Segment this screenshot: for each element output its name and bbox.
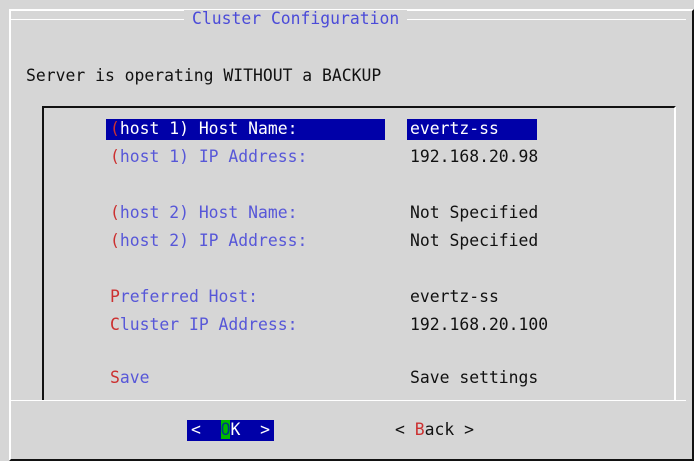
- ok-button-hotkey: O: [220, 420, 231, 439]
- back-button[interactable]: < Back >: [395, 420, 474, 441]
- menu-item-host2-ip[interactable]: (host 2) IP Address: Not Specified: [44, 231, 674, 253]
- menu-item-hotkey: (: [110, 203, 120, 222]
- menu-item-hotkey: P: [110, 287, 120, 306]
- ok-button[interactable]: < OK >: [187, 420, 274, 441]
- menu-item-label: (host 1) IP Address:: [110, 147, 307, 168]
- menu-item-label: (host 1) Host Name:: [106, 119, 385, 140]
- menu-item-label-text: host 2) IP Address:: [119, 231, 308, 250]
- menu-item-hotkey: C: [110, 315, 120, 334]
- menu-item-label-text: luster IP Address:: [119, 315, 298, 334]
- menu-item-value: 192.168.20.100: [410, 315, 549, 334]
- menu-item-cluster-ip[interactable]: Cluster IP Address: 192.168.20.100: [44, 315, 674, 337]
- menu-item-label: Preferred Host:: [110, 287, 258, 308]
- back-button-label: ack >: [424, 420, 474, 439]
- backup-status-text: Server is operating WITHOUT a BACKUP: [26, 66, 382, 85]
- menu-item-label-text: referred Host:: [119, 287, 259, 306]
- menu-item-label: (host 2) Host Name:: [110, 203, 298, 224]
- back-button-hotkey: B: [414, 420, 425, 439]
- menu-item-label: Cluster IP Address:: [110, 315, 298, 336]
- menu-item-hotkey: (: [110, 147, 120, 166]
- menu-item-save[interactable]: Save Save settings: [44, 368, 674, 390]
- ok-button-left-bracket: <: [191, 420, 221, 439]
- menu-box: (host 1) Host Name: evertz-ss (host 1) I…: [42, 106, 676, 401]
- menu-item-label: Save: [110, 368, 149, 389]
- dialog-title: Cluster Configuration: [184, 10, 408, 28]
- menu-item-preferred-host[interactable]: Preferred Host: evertz-ss: [44, 287, 674, 309]
- menu-item-value: 192.168.20.98: [410, 147, 539, 166]
- menu-item-value: evertz-ss: [407, 119, 537, 140]
- menu-item-value: evertz-ss: [410, 287, 499, 306]
- menu-item-label: (host 2) IP Address:: [110, 231, 307, 252]
- menu-item-value: Not Specified: [410, 203, 539, 222]
- menu-item-value: Not Specified: [410, 231, 539, 250]
- menu-item-host1-name[interactable]: (host 1) Host Name: evertz-ss: [44, 119, 674, 141]
- ok-button-label: K >: [230, 420, 270, 439]
- menu-item-value: Save settings: [410, 368, 539, 387]
- menu-item-label-text: host 1) IP Address:: [119, 147, 308, 166]
- menu-item-label-text: ave: [119, 368, 150, 387]
- menu-item-label-text: host 1) Host Name:: [119, 119, 298, 138]
- menu-item-host2-name[interactable]: (host 2) Host Name: Not Specified: [44, 203, 674, 225]
- menu-item-host1-ip[interactable]: (host 1) IP Address: 192.168.20.98: [44, 147, 674, 169]
- menu-item-hotkey: (: [110, 119, 120, 138]
- menu-item-hotkey: (: [110, 231, 120, 250]
- menu-item-hotkey: S: [110, 368, 120, 387]
- back-button-left-bracket: <: [395, 420, 415, 439]
- menu-item-label-text: host 2) Host Name:: [119, 203, 298, 222]
- button-bar-divider: [10, 400, 686, 401]
